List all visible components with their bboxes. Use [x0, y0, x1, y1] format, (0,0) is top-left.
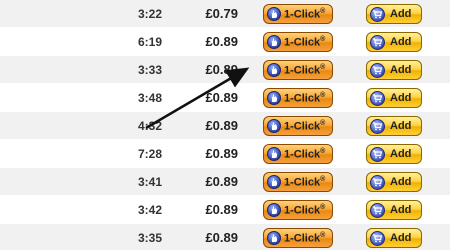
- track-price: £0.89: [205, 174, 238, 189]
- hand-cursor-icon: [267, 63, 281, 77]
- add-label: Add: [390, 92, 412, 104]
- track-duration: 3:22: [137, 7, 163, 21]
- shopping-cart-icon: [370, 146, 385, 162]
- one-click-buy-button[interactable]: 1-Click®: [263, 4, 333, 24]
- one-click-label: 1-Click: [284, 148, 321, 161]
- hand-cursor-icon: [267, 231, 281, 245]
- track-row: 3:33 £0.89 1-Click® Add: [0, 56, 450, 84]
- one-click-label: 1-Click: [284, 8, 321, 21]
- track-row: 4:32 £0.89 1-Click® Add: [0, 112, 450, 140]
- one-click-buy-button[interactable]: 1-Click®: [263, 172, 333, 192]
- one-click-buy-button[interactable]: 1-Click®: [263, 228, 333, 248]
- registered-mark: ®: [320, 203, 326, 211]
- track-price: £0.89: [205, 118, 238, 133]
- one-click-label: 1-Click: [284, 64, 321, 77]
- track-duration: 3:48: [137, 91, 163, 105]
- add-label: Add: [390, 148, 412, 160]
- track-duration: 3:42: [137, 203, 163, 217]
- add-to-cart-button[interactable]: Add: [366, 88, 422, 108]
- registered-mark: ®: [320, 91, 326, 99]
- shopping-cart-icon: [370, 230, 385, 246]
- add-to-cart-button[interactable]: Add: [366, 4, 422, 24]
- registered-mark: ®: [320, 231, 326, 239]
- add-to-cart-button[interactable]: Add: [366, 116, 422, 136]
- one-click-buy-button[interactable]: 1-Click®: [263, 116, 333, 136]
- track-row: 3:42 £0.89 1-Click® Add: [0, 196, 450, 224]
- one-click-buy-button[interactable]: 1-Click®: [263, 88, 333, 108]
- shopping-cart-icon: [370, 62, 385, 78]
- one-click-buy-button[interactable]: 1-Click®: [263, 144, 333, 164]
- hand-cursor-icon: [267, 119, 281, 133]
- track-price: £0.89: [205, 146, 238, 161]
- track-duration: 3:41: [137, 175, 163, 189]
- shopping-cart-icon: [370, 118, 385, 134]
- one-click-label: 1-Click: [284, 120, 321, 133]
- track-price: £0.89: [205, 202, 238, 217]
- add-label: Add: [390, 36, 412, 48]
- track-duration: 3:33: [137, 63, 163, 77]
- registered-mark: ®: [320, 63, 326, 71]
- add-label: Add: [390, 120, 412, 132]
- one-click-label: 1-Click: [284, 36, 321, 49]
- add-label: Add: [390, 176, 412, 188]
- track-duration: 4:32: [137, 119, 163, 133]
- track-duration: 6:19: [137, 35, 163, 49]
- shopping-cart-icon: [370, 202, 385, 218]
- track-list: 3:22 £0.79 1-Click® Add 6:19 £0.89 1-Cli…: [0, 0, 450, 250]
- one-click-buy-button[interactable]: 1-Click®: [263, 200, 333, 220]
- add-to-cart-button[interactable]: Add: [366, 32, 422, 52]
- track-price: £0.89: [205, 90, 238, 105]
- track-row: 7:28 £0.89 1-Click® Add: [0, 140, 450, 168]
- track-row: 3:48 £0.89 1-Click® Add: [0, 84, 450, 112]
- track-price: £0.89: [205, 62, 238, 77]
- track-price: £0.89: [205, 230, 238, 245]
- registered-mark: ®: [320, 119, 326, 127]
- registered-mark: ®: [320, 175, 326, 183]
- add-label: Add: [390, 64, 412, 76]
- registered-mark: ®: [320, 147, 326, 155]
- registered-mark: ®: [320, 7, 326, 15]
- hand-cursor-icon: [267, 175, 281, 189]
- shopping-cart-icon: [370, 174, 385, 190]
- track-price: £0.89: [205, 34, 238, 49]
- add-to-cart-button[interactable]: Add: [366, 60, 422, 80]
- add-label: Add: [390, 232, 412, 244]
- shopping-cart-icon: [370, 90, 385, 106]
- add-to-cart-button[interactable]: Add: [366, 144, 422, 164]
- one-click-label: 1-Click: [284, 204, 321, 217]
- one-click-label: 1-Click: [284, 92, 321, 105]
- add-to-cart-button[interactable]: Add: [366, 200, 422, 220]
- hand-cursor-icon: [267, 91, 281, 105]
- one-click-label: 1-Click: [284, 232, 321, 245]
- add-to-cart-button[interactable]: Add: [366, 172, 422, 192]
- add-label: Add: [390, 8, 412, 20]
- track-row: 6:19 £0.89 1-Click® Add: [0, 28, 450, 56]
- hand-cursor-icon: [267, 203, 281, 217]
- one-click-label: 1-Click: [284, 176, 321, 189]
- one-click-buy-button[interactable]: 1-Click®: [263, 32, 333, 52]
- track-duration: 7:28: [137, 147, 163, 161]
- track-row: 3:35 £0.89 1-Click® Add: [0, 224, 450, 250]
- add-label: Add: [390, 204, 412, 216]
- registered-mark: ®: [320, 35, 326, 43]
- hand-cursor-icon: [267, 147, 281, 161]
- track-duration: 3:35: [137, 231, 163, 245]
- track-price: £0.79: [205, 6, 238, 21]
- track-row: 3:22 £0.79 1-Click® Add: [0, 0, 450, 28]
- shopping-cart-icon: [370, 34, 385, 50]
- one-click-buy-button[interactable]: 1-Click®: [263, 60, 333, 80]
- add-to-cart-button[interactable]: Add: [366, 228, 422, 248]
- track-row: 3:41 £0.89 1-Click® Add: [0, 168, 450, 196]
- shopping-cart-icon: [370, 6, 385, 22]
- hand-cursor-icon: [267, 35, 281, 49]
- hand-cursor-icon: [267, 7, 281, 21]
